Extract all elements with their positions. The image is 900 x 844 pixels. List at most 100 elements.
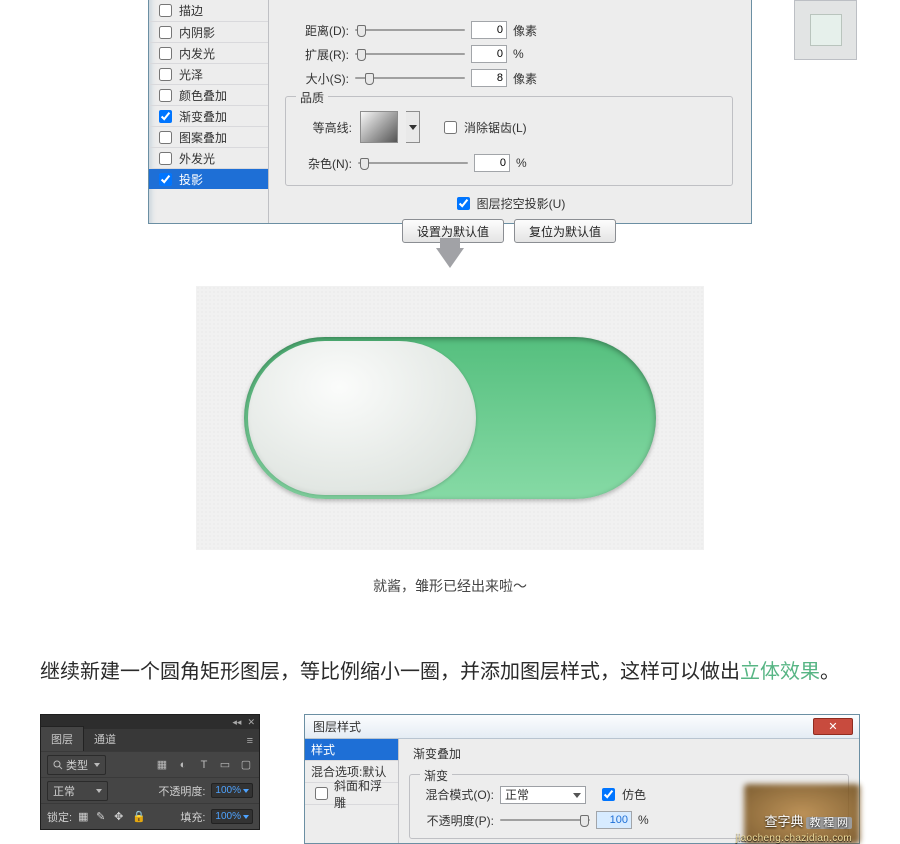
antialias-checkbox[interactable] xyxy=(444,121,457,134)
knockout-option[interactable]: 图层挖空投影(U) xyxy=(453,194,566,213)
noise-input[interactable] xyxy=(474,154,510,172)
style-row-outer-glow[interactable]: 外发光 xyxy=(149,147,268,168)
styles-header-label: 样式 xyxy=(311,741,335,758)
style-label: 图案叠加 xyxy=(179,129,227,146)
layers-panel: ◂◂ ✕ 图层 通道 ≡ 类型 ▦ ◐ T ▭ ▢ 正常 xyxy=(40,714,260,830)
style-row-pattern-overlay[interactable]: 图案叠加 xyxy=(149,126,268,147)
style-row-inner-shadow[interactable]: 内阴影 xyxy=(149,21,268,42)
style-label: 内阴影 xyxy=(179,24,215,41)
style-checkbox[interactable] xyxy=(159,26,172,39)
blendmode-select[interactable]: 正常 xyxy=(500,786,586,804)
style-row-inner-glow[interactable]: 内发光 xyxy=(149,42,268,63)
opacity-slider[interactable] xyxy=(500,813,590,827)
spread-slider[interactable] xyxy=(355,47,465,61)
filter-smart-icon[interactable]: ▢ xyxy=(239,758,253,772)
slider-thumb-icon[interactable] xyxy=(357,49,366,61)
size-input[interactable] xyxy=(471,69,507,87)
dialog-titlebar[interactable]: 图层样式 ✕ xyxy=(305,715,859,739)
layer-style-dialog-1: 描边 内阴影 内发光 光泽 颜色叠加 渐变叠加 图案叠加 外发光 投影 距离(D… xyxy=(148,0,752,224)
toggle-knob xyxy=(248,341,476,495)
antialias-option[interactable]: 消除锯齿(L) xyxy=(440,118,527,137)
reset-default-button[interactable]: 复位为默认值 xyxy=(514,219,616,243)
lock-transparency-icon[interactable]: ▦ xyxy=(78,810,91,823)
lock-move-icon[interactable]: ✥ xyxy=(114,810,127,823)
blend-mode-select[interactable]: 正常 xyxy=(47,781,108,801)
tab-channels[interactable]: 通道 xyxy=(84,727,126,751)
close-panel-icon[interactable]: ✕ xyxy=(247,717,255,728)
tab-layers[interactable]: 图层 xyxy=(41,726,84,751)
opacity-value[interactable]: 100% xyxy=(211,783,253,798)
filter-type-icon[interactable]: T xyxy=(197,758,211,772)
dither-checkbox[interactable] xyxy=(602,788,615,801)
style-row-satin[interactable]: 光泽 xyxy=(149,63,268,84)
filter-icons: ▦ ◐ T ▭ ▢ xyxy=(155,758,253,772)
style-checkbox[interactable] xyxy=(159,152,172,165)
style-checkbox[interactable] xyxy=(159,68,172,81)
style-checkbox[interactable] xyxy=(159,89,172,102)
bottom-row: ◂◂ ✕ 图层 通道 ≡ 类型 ▦ ◐ T ▭ ▢ 正常 xyxy=(0,714,900,844)
noise-label: 杂色(N): xyxy=(296,155,352,172)
style-preview xyxy=(794,0,857,60)
style-row-stroke[interactable]: 描边 xyxy=(149,0,268,21)
style-row-gradient-overlay[interactable]: 渐变叠加 xyxy=(149,105,268,126)
bevel-row[interactable]: 斜面和浮雕 xyxy=(305,783,398,805)
contour-preview[interactable] xyxy=(360,111,398,143)
noise-unit: % xyxy=(516,156,542,170)
style-label: 渐变叠加 xyxy=(179,108,227,125)
styles-list-2: 样式 混合选项:默认 斜面和浮雕 xyxy=(305,739,399,843)
opacity-input-2[interactable] xyxy=(596,811,632,829)
style-checkbox[interactable] xyxy=(159,173,172,186)
style-row-drop-shadow[interactable]: 投影 xyxy=(149,168,268,189)
slider-thumb-icon[interactable] xyxy=(360,158,369,170)
panel-menu-icon[interactable]: ≡ xyxy=(241,731,259,751)
style-checkbox[interactable] xyxy=(159,131,172,144)
size-label: 大小(S): xyxy=(285,70,349,87)
slider-thumb-icon[interactable] xyxy=(365,73,374,85)
contour-dropdown-icon[interactable] xyxy=(406,111,420,143)
slider-thumb-icon[interactable] xyxy=(357,25,366,37)
style-row-color-overlay[interactable]: 颜色叠加 xyxy=(149,84,268,105)
filter-adjust-icon[interactable]: ◐ xyxy=(176,758,190,772)
size-slider[interactable] xyxy=(355,71,465,85)
watermark-tag: 教 程 网 xyxy=(806,817,853,829)
distance-slider[interactable] xyxy=(355,23,465,37)
quality-legend: 品质 xyxy=(296,89,328,106)
slider-thumb-icon[interactable] xyxy=(580,815,589,827)
style-checkbox[interactable] xyxy=(159,110,172,123)
spread-input[interactable] xyxy=(471,45,507,63)
knockout-checkbox[interactable] xyxy=(457,197,470,210)
spread-row: 扩展(R): % xyxy=(285,42,733,66)
style-checkbox[interactable] xyxy=(159,47,172,60)
arrow-down-icon xyxy=(436,248,464,268)
blend-row: 正常 不透明度: 100% xyxy=(41,777,259,803)
distance-label: 距离(D): xyxy=(285,22,349,39)
collapse-icon[interactable]: ◂◂ xyxy=(232,717,241,728)
lock-label: 锁定: xyxy=(47,809,72,825)
lock-brush-icon[interactable]: ✎ xyxy=(96,810,109,823)
blendmode-label: 混合模式(O): xyxy=(418,786,494,803)
size-row: 大小(S): 像素 xyxy=(285,66,733,90)
styles-list: 描边 内阴影 内发光 光泽 颜色叠加 渐变叠加 图案叠加 外发光 投影 xyxy=(149,0,269,223)
antialias-label: 消除锯齿(L) xyxy=(464,119,527,136)
lock-all-icon[interactable]: 🔒 xyxy=(132,810,145,823)
filter-row: 类型 ▦ ◐ T ▭ ▢ xyxy=(41,751,259,777)
dither-option[interactable]: 仿色 xyxy=(598,785,646,804)
distance-unit: 像素 xyxy=(513,22,539,39)
spread-unit: % xyxy=(513,47,539,61)
distance-input[interactable] xyxy=(471,21,507,39)
kind-filter[interactable]: 类型 xyxy=(47,755,106,775)
toggle-track xyxy=(244,337,656,499)
opacity-unit-2: % xyxy=(638,813,664,827)
style-checkbox[interactable] xyxy=(159,4,172,17)
filter-pixel-icon[interactable]: ▦ xyxy=(155,758,169,772)
noise-slider[interactable] xyxy=(358,156,468,170)
close-button[interactable]: ✕ xyxy=(813,718,853,735)
styles-header[interactable]: 样式 xyxy=(305,739,398,761)
fill-value[interactable]: 100% xyxy=(211,809,253,824)
chevron-down-icon xyxy=(94,763,100,767)
lock-row: 锁定: ▦ ✎ ✥ 🔒 填充: 100% xyxy=(41,803,259,829)
style-checkbox[interactable] xyxy=(315,787,328,800)
opacity-label: 不透明度: xyxy=(158,783,205,799)
filter-shape-icon[interactable]: ▭ xyxy=(218,758,232,772)
style-preview-swatch xyxy=(810,14,842,46)
